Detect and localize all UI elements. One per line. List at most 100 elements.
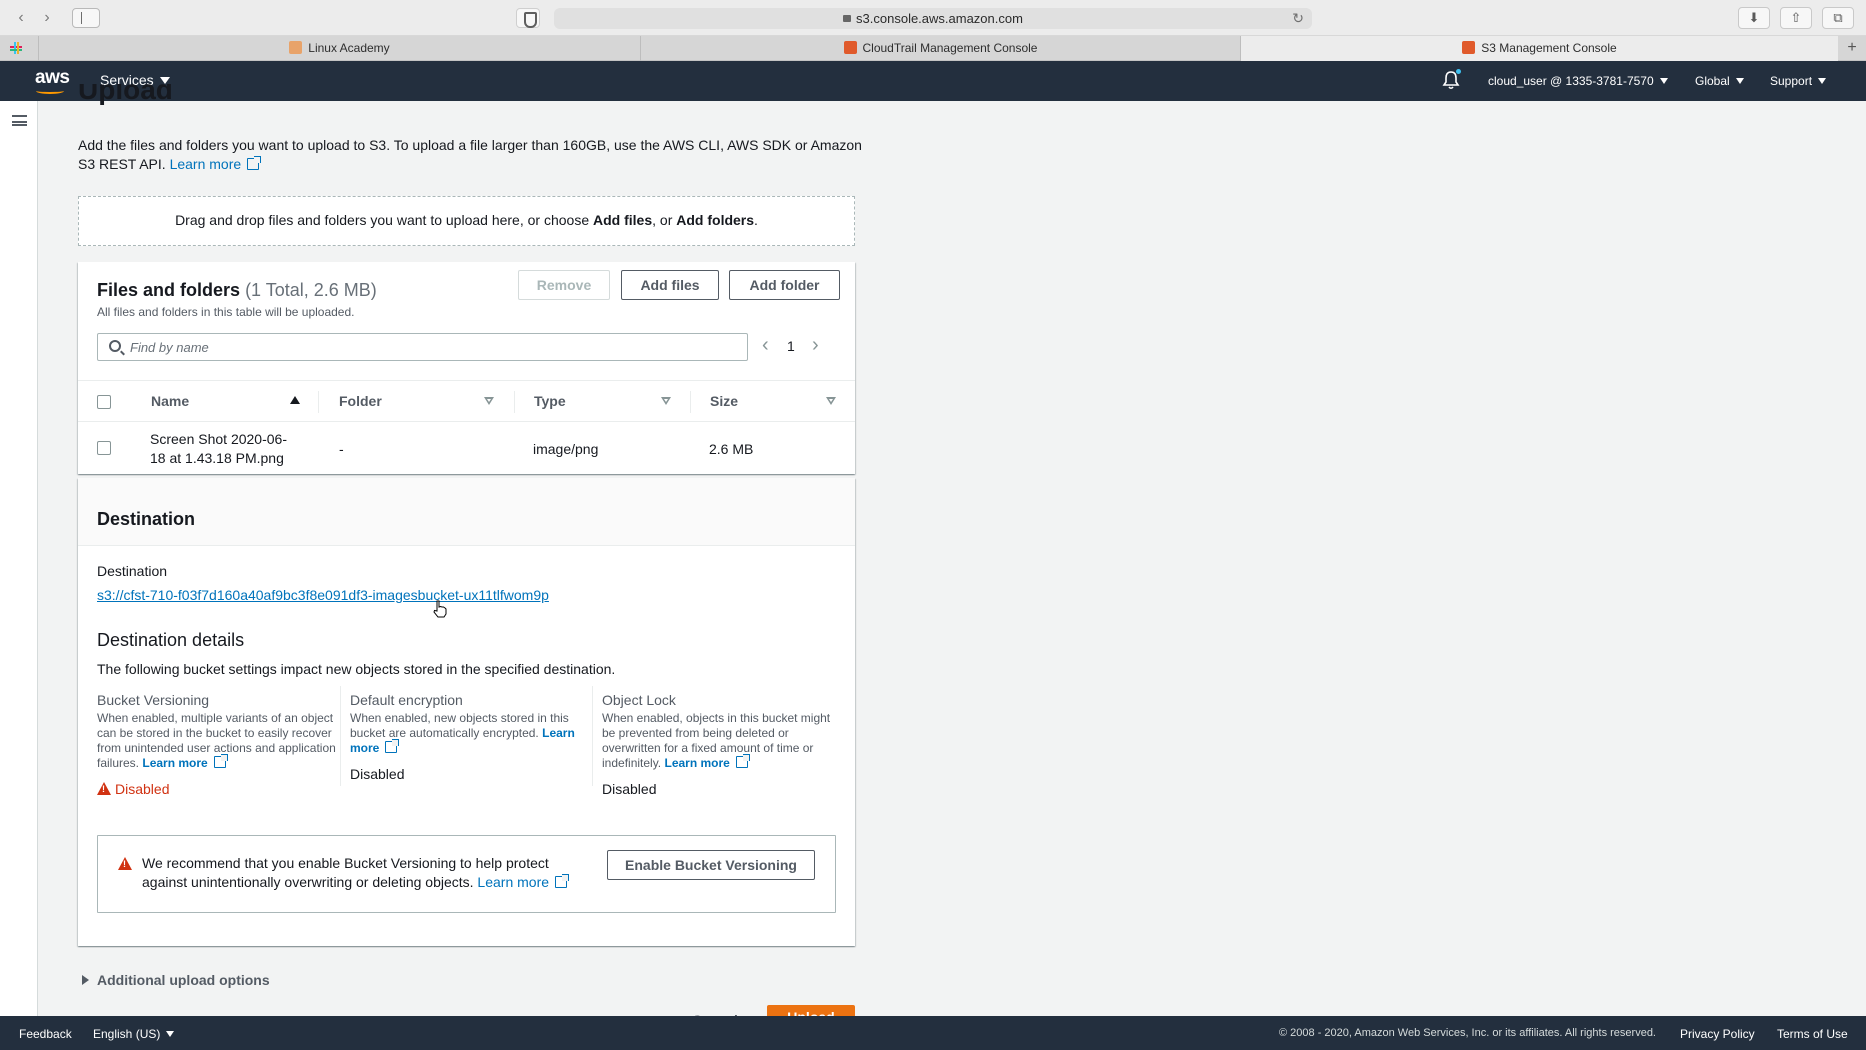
setting-title: Object Lock <box>602 692 676 708</box>
destination-bucket-link[interactable]: s3://cfst-710-f03f7d160a40af9bc3f8e091df… <box>97 587 549 603</box>
sidebar-toggle-icon[interactable] <box>72 8 100 28</box>
s3-favicon-icon <box>1462 41 1476 54</box>
aws-console-header: aws Services cloud_user @ 1335-3781-7570… <box>0 61 1866 101</box>
dropzone-middle: , or <box>652 212 677 228</box>
destination-label: Destination <box>97 563 168 579</box>
destination-panel: Destination Destination s3://cfst-710-f0… <box>78 478 855 946</box>
files-and-folders-panel: Files and folders (1 Total, 2.6 MB) All … <box>78 262 855 474</box>
current-page-number[interactable]: 1 <box>787 338 795 354</box>
column-divider <box>690 391 691 413</box>
lock-icon <box>843 15 852 22</box>
files-panel-title: Files and folders (1 Total, 2.6 MB) <box>97 280 377 301</box>
sort-toggle-icon[interactable] <box>484 397 494 405</box>
slack-icon[interactable] <box>8 40 24 56</box>
hamburger-menu-icon[interactable] <box>12 115 27 126</box>
column-header-type[interactable]: Type <box>534 393 566 409</box>
feedback-link[interactable]: Feedback <box>19 1027 72 1041</box>
add-files-button[interactable]: Add files <box>621 270 719 300</box>
new-tab-icon[interactable]: + <box>1842 39 1862 57</box>
add-folder-button[interactable]: Add folder <box>729 270 840 300</box>
caret-down-icon <box>1659 78 1668 84</box>
caret-down-icon <box>1818 78 1827 84</box>
enable-bucket-versioning-button[interactable]: Enable Bucket Versioning <box>607 850 815 880</box>
destination-details-title: Destination details <box>97 630 245 650</box>
language-selector[interactable]: English (US) <box>93 1027 175 1041</box>
tab-bar: Linux Academy CloudTrail Management Cons… <box>0 36 1866 61</box>
setting-description: When enabled, multiple variants of an ob… <box>97 711 337 771</box>
address-text: s3.console.aws.amazon.com <box>856 11 1023 26</box>
tab-s3-console[interactable]: S3 Management Console <box>1240 36 1838 61</box>
upload-button[interactable]: Upload <box>767 1005 855 1016</box>
support-label: Support <box>1770 74 1813 88</box>
row-checkbox[interactable] <box>97 441 111 455</box>
external-link-icon <box>247 156 262 170</box>
find-by-name-search[interactable] <box>97 333 748 361</box>
account-menu[interactable]: cloud_user @ 1335-3781-7570 <box>1488 74 1668 88</box>
search-input[interactable] <box>130 338 730 356</box>
sort-toggle-icon[interactable] <box>661 397 671 405</box>
page-title-text: Upload <box>78 84 173 105</box>
remove-button[interactable]: Remove <box>518 270 610 300</box>
table-row[interactable]: Screen Shot 2020-06- 18 at 1.43.18 PM.pn… <box>78 422 855 474</box>
additional-options-label: Additional upload options <box>97 972 270 988</box>
region-label: Global <box>1695 74 1730 88</box>
tabs-overview-icon[interactable]: ⧉ <box>1822 7 1854 29</box>
language-label: English (US) <box>93 1027 161 1041</box>
setting-learn-more-link[interactable]: Learn more <box>664 754 750 770</box>
versioning-recommendation-alert: We recommend that you enable Bucket Vers… <box>97 835 836 913</box>
column-header-folder[interactable]: Folder <box>339 393 382 409</box>
external-link-icon <box>735 754 750 768</box>
learn-more-label: Learn more <box>169 156 242 172</box>
aws-smile-icon <box>36 88 64 94</box>
aws-logo[interactable]: aws <box>35 67 70 94</box>
setting-status: Disabled <box>602 781 657 797</box>
additional-upload-options-toggle[interactable]: Additional upload options <box>82 972 270 988</box>
privacy-policy-link[interactable]: Privacy Policy <box>1680 1027 1755 1041</box>
drop-zone[interactable]: Drag and drop files and folders you want… <box>78 196 855 246</box>
size-cell: 2.6 MB <box>709 441 754 457</box>
tab-cloudtrail[interactable]: CloudTrail Management Console <box>640 36 1240 61</box>
share-icon[interactable]: ⇧ <box>1780 7 1812 29</box>
setting-status: Disabled <box>350 766 405 782</box>
next-page-icon[interactable]: › <box>812 334 819 357</box>
reload-icon[interactable]: ↻ <box>1292 8 1304 29</box>
search-icon <box>109 340 121 352</box>
files-counter: (1 Total, 2.6 MB) <box>245 280 377 300</box>
setting-learn-more-link[interactable]: Learn more <box>142 754 228 770</box>
select-all-checkbox[interactable] <box>97 395 111 409</box>
download-icon[interactable]: ⬇ <box>1738 7 1770 29</box>
type-cell: image/png <box>533 441 599 457</box>
bucket-versioning-setting: Bucket Versioning When enabled, multiple… <box>97 692 337 797</box>
sort-ascending-icon[interactable] <box>290 396 300 404</box>
back-arrow-icon[interactable]: ‹ <box>10 8 32 28</box>
alert-learn-more-link[interactable]: Learn more <box>477 874 570 890</box>
browser-toolbar: ‹ › s3.console.aws.amazon.com ↻ ⬇ ⇧ ⧉ <box>0 0 1866 36</box>
destination-details-description: The following bucket settings impact new… <box>97 661 616 677</box>
external-link-icon <box>555 874 570 888</box>
default-encryption-setting: Default encryption When enabled, new obj… <box>350 692 590 782</box>
column-divider <box>514 391 515 413</box>
dropzone-add-folders: Add folders <box>676 212 755 228</box>
learn-more-label: Learn more <box>477 874 550 890</box>
cloudtrail-favicon-icon <box>843 41 857 54</box>
dropzone-add-files: Add files <box>593 212 653 228</box>
setting-title: Default encryption <box>350 692 463 708</box>
sort-toggle-icon[interactable] <box>826 397 836 405</box>
intro-text: Add the files and folders you want to up… <box>78 136 868 174</box>
privacy-shield-icon[interactable] <box>516 8 540 28</box>
object-lock-setting: Object Lock When enabled, objects in thi… <box>602 692 842 797</box>
file-name-cell: Screen Shot 2020-06- 18 at 1.43.18 PM.pn… <box>150 430 287 468</box>
terms-of-use-link[interactable]: Terms of Use <box>1777 1027 1848 1041</box>
previous-page-icon[interactable]: ‹ <box>762 334 769 357</box>
support-menu[interactable]: Support <box>1770 74 1827 88</box>
column-header-name[interactable]: Name <box>151 393 189 409</box>
column-header-size[interactable]: Size <box>710 393 738 409</box>
folder-cell: - <box>339 441 344 457</box>
caret-down-icon <box>166 1031 175 1037</box>
region-menu[interactable]: Global <box>1695 74 1744 88</box>
learn-more-label: Learn more <box>664 756 730 770</box>
forward-arrow-icon[interactable]: › <box>36 8 58 28</box>
address-bar[interactable]: s3.console.aws.amazon.com ↻ <box>554 8 1312 29</box>
tab-linux-academy[interactable]: Linux Academy <box>38 36 640 61</box>
intro-learn-more-link[interactable]: Learn more <box>169 156 262 172</box>
